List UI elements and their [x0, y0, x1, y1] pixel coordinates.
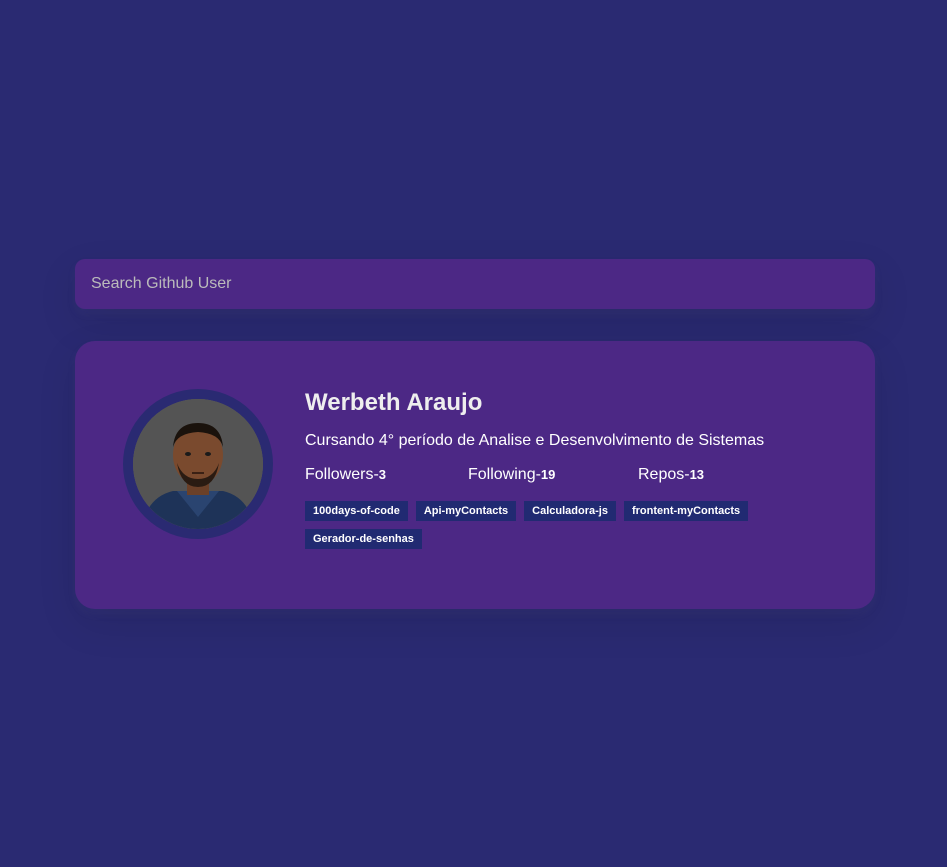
repos-count: 13 — [689, 467, 705, 482]
following-count: 19 — [540, 467, 556, 482]
followers-stat: Followers-3 — [305, 465, 386, 485]
repo-list: 100days-of-code Api-myContacts Calculado… — [305, 501, 785, 557]
profile-card: Werbeth Araujo Cursando 4° período de An… — [75, 341, 875, 609]
followers-count: 3 — [378, 467, 387, 482]
repo-link[interactable]: Api-myContacts — [415, 501, 517, 521]
followers-label: Followers- — [305, 466, 379, 483]
repo-link[interactable]: 100days-of-code — [305, 501, 408, 521]
repo-link[interactable]: Gerador-de-senhas — [305, 529, 422, 549]
user-name: Werbeth Araujo — [305, 389, 483, 416]
repos-label: Repos- — [638, 466, 690, 483]
user-bio: Cursando 4° período de Analise e Desenvo… — [305, 432, 765, 449]
avatar-photo — [133, 399, 263, 529]
repos-stat: Repos-13 — [638, 465, 704, 485]
search-form — [75, 259, 875, 309]
repo-link[interactable]: Calculadora-js — [524, 501, 616, 521]
following-stat: Following-19 — [468, 465, 555, 485]
user-stats: Followers-3 Following-19 Repos-13 — [305, 465, 845, 485]
search-input[interactable] — [75, 259, 875, 309]
avatar — [123, 389, 273, 539]
repo-link[interactable]: frontent-myContacts — [623, 501, 749, 521]
user-info: Werbeth Araujo Cursando 4° período de An… — [305, 389, 845, 557]
following-label: Following- — [468, 466, 541, 483]
